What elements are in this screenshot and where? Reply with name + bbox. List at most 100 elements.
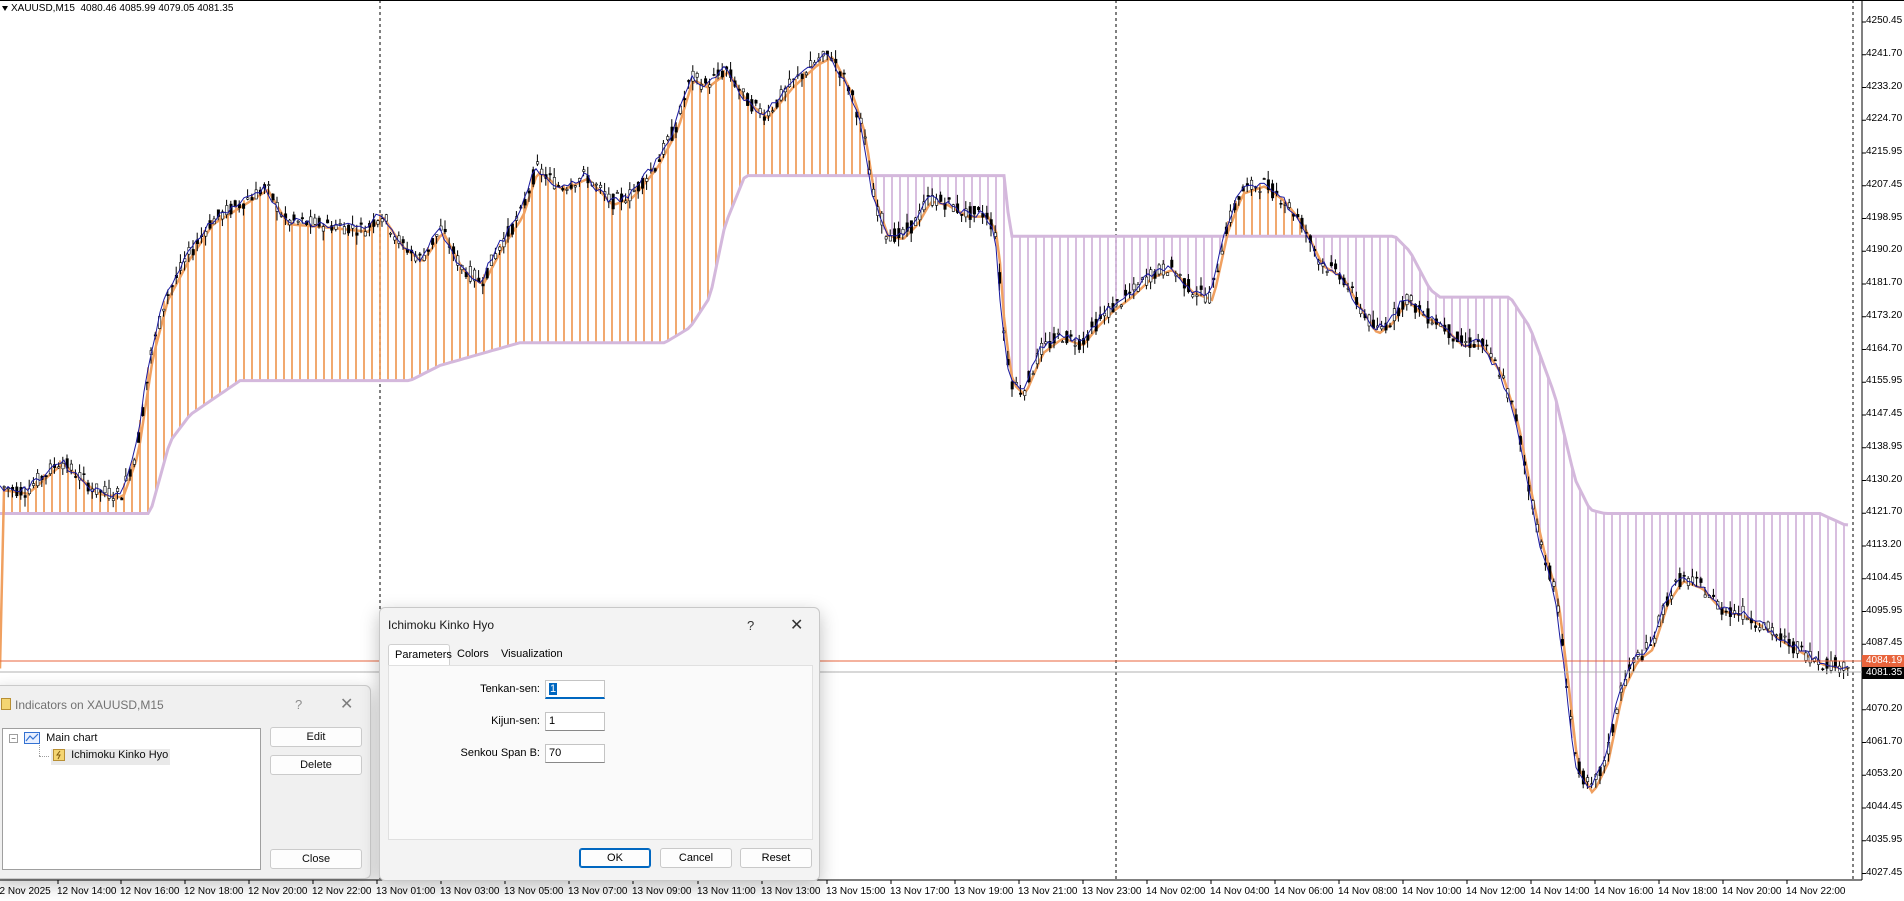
collapse-minus-icon[interactable]: − [9, 733, 18, 743]
chart-window-icon [24, 732, 41, 745]
candle-body [1237, 196, 1241, 200]
candle-body [771, 110, 775, 112]
candle-body [1325, 271, 1329, 273]
delete-button[interactable]: Delete [270, 755, 362, 775]
help-icon[interactable]: ? [295, 697, 302, 712]
indicators-dialog[interactable]: Indicators on XAUUSD,M15 ? ✕ − Main char… [0, 685, 371, 879]
tab-colors[interactable]: Colors [451, 644, 495, 666]
edit-button[interactable]: Edit [270, 727, 362, 747]
indicator-tree[interactable]: − Main chart Ichimoku Kinko Hyo [2, 728, 261, 870]
candle-body [23, 495, 27, 498]
candle-body [103, 486, 107, 494]
candle-body [1115, 299, 1119, 301]
candle-body [557, 185, 561, 187]
candle-body [888, 235, 892, 242]
candle-body [1783, 635, 1787, 638]
tenkan-input[interactable]: 1 [545, 680, 605, 699]
candle-body [1262, 178, 1266, 180]
candle-body [939, 194, 943, 202]
price-tick-label: 4198.95 [1866, 211, 1903, 223]
tab-visualization[interactable]: Visualization [495, 644, 569, 666]
help-icon[interactable]: ? [747, 618, 754, 633]
time-tick-label: 12 Nov 2025 [0, 886, 51, 897]
tree-item-main-chart[interactable]: − Main chart [9, 732, 97, 748]
candle-body [645, 178, 649, 182]
candle-body [1842, 661, 1846, 671]
candle-body [624, 200, 628, 204]
candle-body [804, 72, 808, 76]
price-tick-label: 4061.70 [1866, 735, 1903, 747]
candle-body [1401, 300, 1405, 310]
price-tick-label: 4173.20 [1866, 309, 1903, 321]
collapse-triangle-icon[interactable] [2, 5, 8, 11]
candle-body [1791, 641, 1795, 654]
candle-body [1640, 655, 1644, 661]
app-icon [1, 698, 11, 710]
time-tick-label: 13 Nov 11:00 [697, 886, 756, 897]
candle-body [1472, 343, 1476, 348]
candle-body [1779, 633, 1783, 641]
candle-body [111, 498, 115, 501]
candle-body [296, 220, 300, 223]
close-icon[interactable]: ✕ [790, 615, 803, 635]
price-tick-label: 4104.45 [1866, 571, 1903, 583]
candle-body [1128, 291, 1132, 294]
tree-item-ichimoku[interactable]: Ichimoku Kinko Hyo [51, 749, 171, 765]
candle-body [1758, 627, 1762, 631]
price-tick-label: 4233.20 [1866, 80, 1903, 92]
candle-body [884, 236, 888, 240]
candle-body [1699, 578, 1703, 583]
ok-button[interactable]: OK [579, 848, 651, 868]
price-tick-label: 4190.20 [1866, 244, 1903, 256]
candle-body [666, 136, 670, 141]
symbol-name: XAUUSD,M15 [11, 3, 75, 14]
candle-body [481, 283, 485, 287]
reset-button[interactable]: Reset [740, 848, 812, 868]
candle-body [82, 473, 86, 475]
tab-parameters[interactable]: Parameters [388, 644, 452, 666]
candle-body [1653, 638, 1657, 644]
candle-body [1329, 262, 1333, 266]
candle-body [1426, 308, 1430, 324]
candle-body [1493, 359, 1497, 362]
price-tick-label: 4164.70 [1866, 342, 1903, 354]
tenkan-label: Tenkan-sen: [480, 683, 540, 695]
candle-body [683, 98, 687, 101]
cancel-button[interactable]: Cancel [660, 848, 732, 868]
tenkan-sen-line [0, 52, 1849, 789]
candle-body [1615, 709, 1619, 714]
candle-body [1485, 344, 1489, 347]
senkou-span-b-input[interactable]: 70 [545, 744, 605, 763]
candle-body [1195, 294, 1199, 297]
candle-body [166, 294, 170, 296]
candle-body [1178, 274, 1182, 276]
candle-body [569, 184, 573, 189]
candle-body [523, 199, 527, 206]
ichimoku-dialog[interactable]: Ichimoku Kinko Hyo ? ✕ Parameters Colors… [379, 607, 820, 881]
candle-body [863, 136, 867, 139]
candle-body [1203, 294, 1207, 303]
candle-body [708, 84, 712, 88]
candle-body [326, 219, 330, 224]
candle-body [1258, 191, 1262, 193]
kijun-label: Kijun-sen: [491, 715, 540, 727]
candle-body [1355, 297, 1359, 305]
candle-body [599, 184, 603, 188]
candle-body [1825, 658, 1829, 669]
kijun-input[interactable]: 1 [545, 712, 605, 731]
close-icon[interactable]: ✕ [340, 694, 353, 714]
candle-body [809, 60, 813, 67]
candle-body [842, 72, 846, 75]
candle-body [1170, 259, 1174, 268]
close-button[interactable]: Close [270, 849, 362, 869]
price-tick-label: 4250.45 [1866, 15, 1903, 26]
ichimoku-dialog-title: Ichimoku Kinko Hyo [388, 618, 495, 632]
candle-body [1321, 263, 1325, 267]
time-tick-label: 13 Nov 09:00 [632, 886, 692, 897]
symbol-info: XAUUSD,M15 4080.46 4085.99 4079.05 4081.… [2, 3, 233, 14]
candle-body [741, 88, 745, 93]
candle-body [1674, 579, 1678, 582]
price-tick-label: 4095.95 [1866, 604, 1903, 616]
candle-body [380, 218, 384, 223]
price-tick-label: 4027.45 [1866, 866, 1903, 878]
